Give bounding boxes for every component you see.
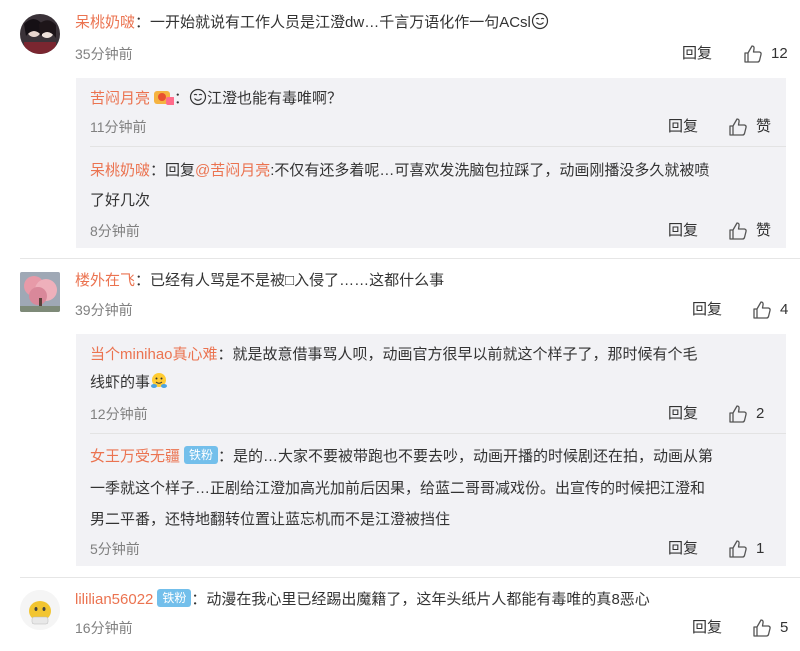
like-button[interactable]: 12 [743, 44, 788, 64]
reply-button[interactable]: 回复 [668, 539, 698, 559]
reply-button[interactable]: 回复 [682, 44, 712, 64]
comment-body: ：一开始就说有工作人员是江澄dw…千言万语化作一句ACsl [135, 14, 531, 31]
reply-body: ：回复 [150, 162, 196, 179]
username[interactable]: 呆桃奶啵 [90, 162, 150, 179]
divider [20, 258, 800, 259]
avatar[interactable] [20, 590, 60, 630]
reply-button[interactable]: 回复 [668, 117, 698, 137]
like-count: 赞 [756, 222, 772, 239]
reply-body: 线虾的事 [90, 374, 151, 391]
reply-button[interactable]: 回复 [692, 618, 722, 638]
reply-text-continued: 线虾的事 [90, 370, 168, 396]
username[interactable]: 苦闷月亮 [90, 90, 150, 107]
username[interactable]: 楼外在飞 [75, 272, 135, 289]
like-count: 5 [780, 619, 789, 636]
like-count: 1 [756, 540, 765, 557]
reply-button[interactable]: 回复 [668, 404, 698, 424]
divider [90, 433, 786, 434]
reply-body: ：是的…大家不要被带跑也不要去吵，动画开播的时候剧还在拍，动画从第 [218, 448, 714, 465]
thumbs-up-icon [744, 45, 762, 63]
divider [90, 146, 786, 147]
fan-badge: 铁粉 [184, 446, 219, 464]
vip-badge-icon [154, 91, 175, 105]
like-button[interactable]: 赞 [728, 117, 771, 137]
reply-text: 当个minihao真心难：就是故意借事骂人呗，动画官方很早以前就这个样子了，那时… [90, 342, 698, 368]
reply-body: 江澄也能有毒唯啊？ [207, 90, 343, 107]
like-button[interactable]: 5 [752, 618, 788, 638]
reply-body: ： [174, 90, 190, 107]
avatar[interactable] [20, 14, 60, 54]
username[interactable]: 呆桃奶啵 [75, 14, 135, 31]
reply-text: 呆桃奶啵：回复@苦闷月亮:不仅有还多着呢…可喜欢发洗脑包拉踩了，动画刚播没多久就… [90, 158, 709, 184]
comment-text: lililian56022 铁粉 ：动漫在我心里已经踢出魔籍了，这年头纸片人都能有毒… [75, 587, 650, 613]
reply-button[interactable]: 回复 [692, 300, 722, 320]
avatar[interactable] [20, 272, 60, 312]
reply-text-continued: 了好几次 [90, 192, 151, 209]
comment-text: 呆桃奶啵：一开始就说有工作人员是江澄dw…千言万语化作一句ACsl [75, 10, 549, 36]
reply-button[interactable]: 回复 [668, 221, 698, 241]
thumbs-up-icon [729, 222, 747, 240]
thumbs-up-icon [729, 118, 747, 136]
username[interactable]: 当个minihao真心难 [90, 346, 218, 363]
comment-text: 楼外在飞：已经有人骂是不是被□入侵了……这都什么事 [75, 268, 444, 294]
timestamp: 11分钟前 [90, 119, 147, 135]
hug-emoji-icon [151, 373, 168, 388]
reply-list: 当个minihao真心难：就是故意借事骂人呗，动画官方很早以前就这个样子了，那时… [76, 334, 786, 566]
thumbs-up-icon [729, 405, 747, 423]
like-count: 12 [771, 45, 788, 62]
username[interactable]: lililian56022 [75, 591, 153, 608]
smile-emoji-icon [531, 12, 548, 30]
reply-body: ：就是故意借事骂人呗，动画官方很早以前就这个样子了，那时候有个毛 [217, 346, 698, 363]
reply-text-continued: 一季就这个样子…正剧给江澄加高光加前后因果，给蓝二哥哥减戏份。出宣传的时候把江澄… [90, 480, 706, 497]
comment-body: 8 [611, 591, 620, 608]
comment-body: ：已经有人骂是不是被□入侵了……这都什么事 [135, 272, 445, 289]
thumbs-up-icon [729, 540, 747, 558]
reply-body: :不仅有还多着呢…可喜欢发洗脑包拉踩了，动画刚播没多久就被喷 [270, 162, 710, 179]
mention-link[interactable]: @苦闷月亮 [195, 162, 270, 179]
timestamp: 35分钟前 [75, 46, 133, 62]
like-count: 赞 [756, 118, 772, 135]
thumbs-up-icon [753, 301, 771, 319]
timestamp: 8分钟前 [90, 223, 140, 239]
thumbs-up-icon [753, 619, 771, 637]
divider [20, 577, 800, 578]
like-button[interactable]: 2 [728, 404, 764, 424]
timestamp: 16分钟前 [75, 620, 133, 636]
reply-text: 女王万受无疆 铁粉 ：是的…大家不要被带跑也不要去吵，动画开播的时候剧还在拍，动画从… [90, 444, 713, 470]
reply-list: 苦闷月亮 ： 江澄也能有毒唯啊？ 11分钟前 回复 赞 呆桃奶啵：回复@苦闷月亮:不… [76, 78, 786, 248]
like-count: 4 [780, 301, 789, 318]
timestamp: 12分钟前 [90, 406, 148, 422]
comment-body: ：动漫在我心里已经踢出魔籍了，这年头纸片人都能有毒唯的真 [191, 591, 612, 608]
timestamp: 5分钟前 [90, 541, 140, 557]
like-button[interactable]: 4 [752, 300, 788, 320]
smile-emoji-icon [189, 88, 207, 106]
like-count: 2 [756, 405, 765, 422]
like-button[interactable]: 赞 [728, 221, 771, 241]
fan-badge: 铁粉 [157, 589, 192, 607]
like-button[interactable]: 1 [728, 539, 764, 559]
reply-text-continued: 男二平番，还特地翻转位置让蓝忘机而不是江澄被挡住 [90, 511, 451, 528]
comment-body: 恶心 [619, 591, 650, 608]
timestamp: 39分钟前 [75, 302, 133, 318]
reply-text: 苦闷月亮 ： 江澄也能有毒唯啊？ [90, 86, 342, 112]
username[interactable]: 女王万受无疆 [90, 448, 180, 465]
